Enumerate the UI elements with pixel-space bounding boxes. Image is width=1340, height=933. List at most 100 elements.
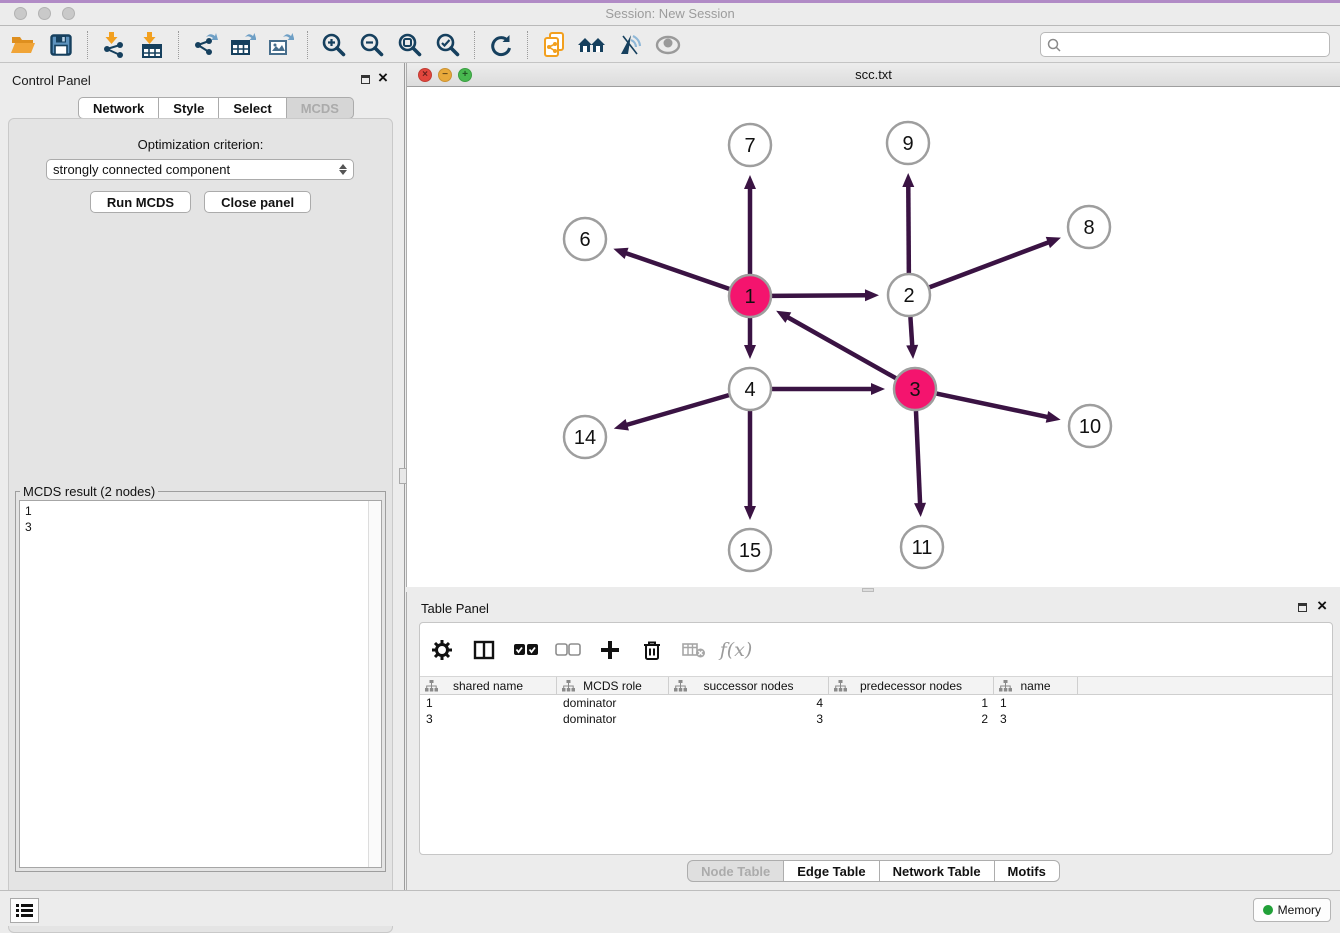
toolbar-separator <box>527 31 528 59</box>
table-cell[interactable]: 3 <box>669 711 829 727</box>
close-panel-button[interactable]: Close panel <box>204 191 311 213</box>
tab-style[interactable]: Style <box>159 97 219 119</box>
mcds-result-title: MCDS result (2 nodes) <box>20 484 158 499</box>
table-cell[interactable]: dominator <box>557 695 669 711</box>
graph-edge-2-9[interactable] <box>908 185 909 273</box>
toolbar-separator <box>307 31 308 59</box>
table-panel-title: Table Panel <box>421 601 489 616</box>
criterion-value: strongly connected component <box>53 162 230 177</box>
graph-edge-arrowhead <box>613 248 628 259</box>
table-cell[interactable]: 3 <box>420 711 557 727</box>
run-mcds-button[interactable]: Run MCDS <box>90 191 191 213</box>
export-network-icon[interactable] <box>186 29 224 61</box>
float-table-panel-icon[interactable] <box>1298 603 1307 612</box>
table-cell[interactable]: dominator <box>557 711 669 727</box>
column-visibility-icon[interactable] <box>470 636 498 664</box>
graph-node-label: 3 <box>909 379 920 401</box>
zoom-selected-icon[interactable] <box>429 29 467 61</box>
select-all-rows-icon[interactable] <box>512 636 540 664</box>
tab-select[interactable]: Select <box>219 97 286 119</box>
status-bar: Memory <box>0 890 1340 926</box>
table-cell[interactable]: 1 <box>420 695 557 711</box>
close-panel-icon[interactable]: × <box>378 68 388 88</box>
mcds-result-group: MCDS result (2 nodes) 1 3 <box>15 491 386 872</box>
export-table-icon[interactable] <box>224 29 262 61</box>
tab-node-table[interactable]: Node Table <box>687 860 784 882</box>
graph-edge-2-8[interactable] <box>930 242 1050 287</box>
memory-button[interactable]: Memory <box>1253 898 1331 922</box>
network-canvas[interactable]: 7968124314101511 <box>407 87 1340 587</box>
tab-edge-table[interactable]: Edge Table <box>784 860 879 882</box>
zoom-fit-icon[interactable] <box>391 29 429 61</box>
tab-mcds[interactable]: MCDS <box>287 97 354 119</box>
window-titlebar: Session: New Session <box>0 0 1340 26</box>
table-settings-icon[interactable] <box>428 636 456 664</box>
save-session-icon[interactable] <box>42 29 80 61</box>
table-rows: 1dominator4113dominator323 <box>420 695 1332 727</box>
column-header-successor-nodes[interactable]: successor nodes <box>669 677 829 694</box>
tab-network-table[interactable]: Network Table <box>880 860 995 882</box>
column-tree-icon <box>674 680 687 692</box>
graph-edge-4-14[interactable] <box>625 395 729 425</box>
graph-edge-arrowhead <box>902 173 914 187</box>
eye-icon[interactable] <box>649 29 687 61</box>
graph-edge-1-2[interactable] <box>772 295 867 296</box>
import-table-icon[interactable] <box>133 29 171 61</box>
column-header-shared-name[interactable]: shared name <box>420 677 557 694</box>
graph-node-label: 2 <box>903 285 914 307</box>
network-window: × − + scc.txt 7968124314101511 <box>406 63 1340 587</box>
graph-node-label: 8 <box>1083 217 1094 239</box>
import-network-icon[interactable] <box>95 29 133 61</box>
export-image-icon[interactable] <box>262 29 300 61</box>
delete-column-icon[interactable] <box>638 636 666 664</box>
home-icon[interactable] <box>573 29 611 61</box>
table-toolbar: f(x) <box>428 629 750 671</box>
column-header-predecessor-nodes[interactable]: predecessor nodes <box>829 677 994 694</box>
tab-network[interactable]: Network <box>78 97 159 119</box>
toolbar-separator <box>178 31 179 59</box>
zoom-in-icon[interactable] <box>315 29 353 61</box>
open-file-icon[interactable] <box>4 29 42 61</box>
graph-edge-2-3[interactable] <box>910 317 912 347</box>
graph-node-label: 7 <box>744 135 755 157</box>
refresh-layout-icon[interactable] <box>482 29 520 61</box>
search-box[interactable] <box>1040 32 1330 57</box>
table-cell[interactable]: 1 <box>829 695 994 711</box>
column-header-label: shared name <box>453 679 523 693</box>
memory-status-icon <box>1263 905 1273 915</box>
network-window-titlebar[interactable]: × − + scc.txt <box>407 63 1340 87</box>
search-input[interactable] <box>1066 38 1323 52</box>
task-history-button[interactable] <box>10 898 39 923</box>
column-header-MCDS-role[interactable]: MCDS role <box>557 677 669 694</box>
deselect-all-rows-icon[interactable] <box>554 636 582 664</box>
graph-edge-3-11[interactable] <box>916 411 920 505</box>
mcds-result-text[interactable]: 1 3 <box>19 500 382 868</box>
close-table-panel-icon[interactable]: × <box>1317 596 1327 616</box>
graph-edge-1-6[interactable] <box>625 253 730 289</box>
float-panel-icon[interactable] <box>361 75 370 84</box>
table-cell[interactable]: 3 <box>994 711 1078 727</box>
table-row[interactable]: 1dominator411 <box>420 695 1332 711</box>
add-column-icon[interactable] <box>596 636 624 664</box>
tab-motifs[interactable]: Motifs <box>995 860 1060 882</box>
criterion-select[interactable]: strongly connected component <box>46 159 354 180</box>
table-cell[interactable]: 4 <box>669 695 829 711</box>
table-cell[interactable]: 2 <box>829 711 994 727</box>
column-tree-icon <box>562 680 575 692</box>
control-panel: Control Panel × NetworkStyleSelectMCDS O… <box>0 63 404 890</box>
graph-edge-3-10[interactable] <box>937 394 1049 418</box>
show-graphics-details-icon[interactable] <box>611 29 649 61</box>
mcds-panel: Optimization criterion: strongly connect… <box>8 118 393 933</box>
network-window-title: scc.txt <box>407 67 1340 82</box>
column-tree-icon <box>999 680 1012 692</box>
graph-node-label: 4 <box>744 379 755 401</box>
clone-network-icon[interactable] <box>535 29 573 61</box>
table-cell[interactable]: 1 <box>994 695 1078 711</box>
toolbar-separator <box>87 31 88 59</box>
table-row[interactable]: 3dominator323 <box>420 711 1332 727</box>
zoom-out-icon[interactable] <box>353 29 391 61</box>
column-header-name[interactable]: name <box>994 677 1078 694</box>
node-table: shared name MCDS rolesuccessor nodesprede… <box>420 676 1332 727</box>
graph-edge-3-1[interactable] <box>787 317 896 379</box>
result-scrollbar[interactable] <box>368 501 381 867</box>
